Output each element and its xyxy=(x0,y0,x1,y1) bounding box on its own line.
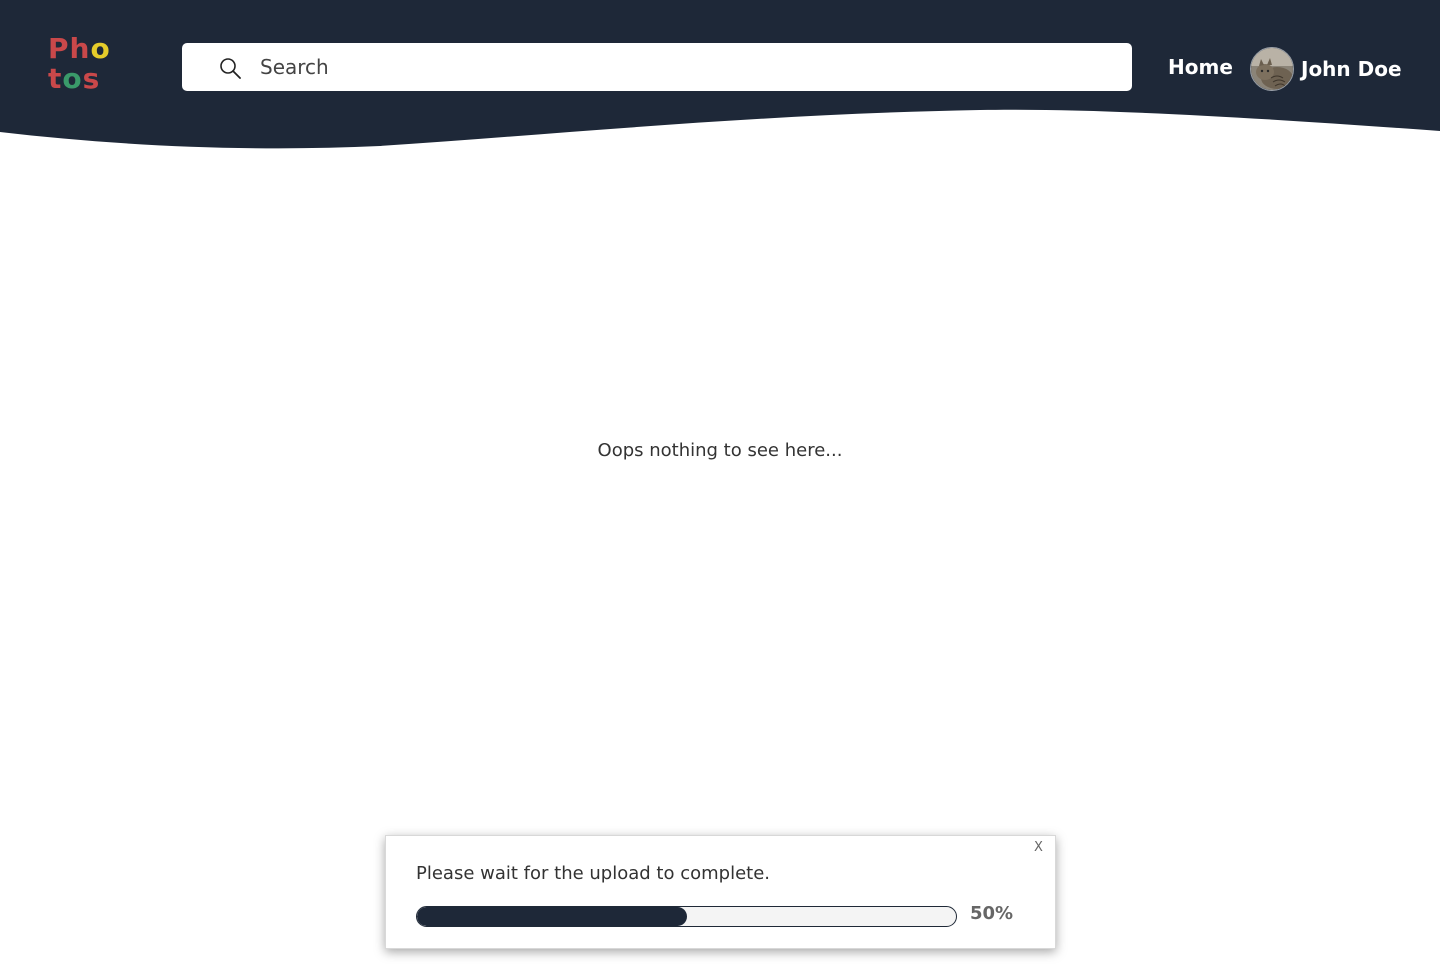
logo-letter: o xyxy=(62,62,83,95)
nav-home-link[interactable]: Home xyxy=(1168,55,1233,79)
upload-progress-bar xyxy=(416,906,957,927)
cat-avatar-icon xyxy=(1251,48,1293,90)
upload-progress-fill xyxy=(417,907,687,926)
upload-progress-toast: X Please wait for the upload to complete… xyxy=(385,835,1056,949)
logo-letter: o xyxy=(90,32,111,65)
user-menu[interactable]: John Doe xyxy=(1250,46,1402,92)
search-input[interactable] xyxy=(260,47,1120,87)
top-header: Pho tos Home John Doe xyxy=(0,0,1440,150)
app-logo[interactable]: Pho tos xyxy=(48,34,111,94)
upload-message: Please wait for the upload to complete. xyxy=(416,863,771,884)
logo-letter: t xyxy=(48,62,63,95)
user-name[interactable]: John Doe xyxy=(1301,57,1402,81)
logo-letter: P xyxy=(48,32,70,65)
logo-letter: s xyxy=(82,62,101,95)
logo-row-2: tos xyxy=(48,64,111,94)
close-button[interactable]: X xyxy=(1034,840,1043,855)
search-icon[interactable] xyxy=(219,57,241,79)
avatar[interactable] xyxy=(1250,47,1294,91)
logo-letter: h xyxy=(69,32,91,65)
logo-row-1: Pho xyxy=(48,34,111,64)
upload-progress-percent: 50% xyxy=(970,903,1014,924)
empty-state-message: Oops nothing to see here... xyxy=(597,440,843,461)
